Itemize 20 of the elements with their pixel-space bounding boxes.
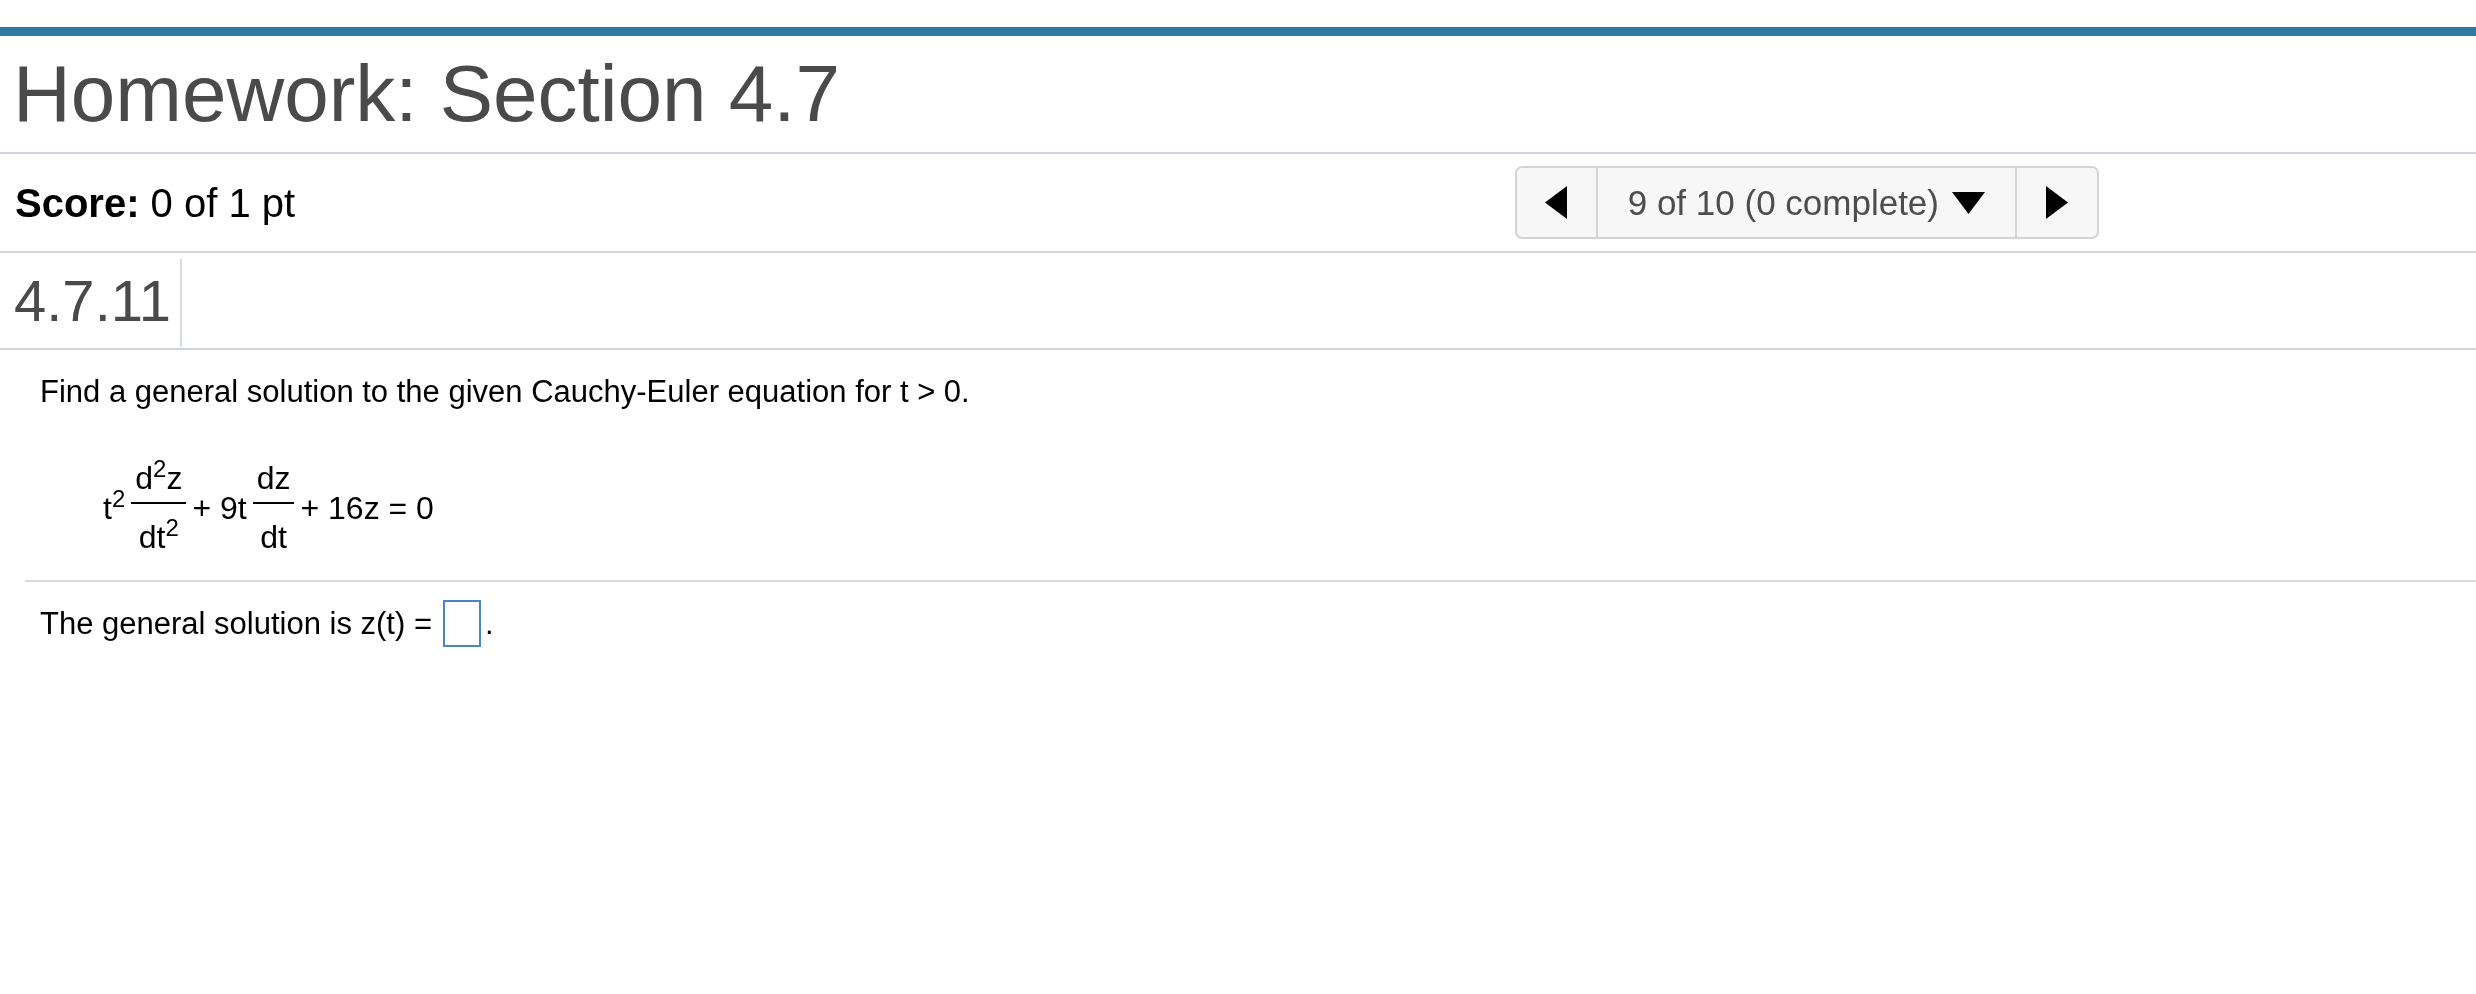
fraction-numerator: d$^{2}$z xyxy=(134,460,184,496)
question-text: Find a general solution to the given Cauchy-Euler equation for t > 0. xyxy=(40,374,970,410)
caret-down-icon xyxy=(1952,191,1985,214)
left-triangle-icon xyxy=(1545,186,1568,219)
fraction-denominator: dt$^{2}$ xyxy=(137,519,180,555)
score-text: Score: 0 of 1 pt xyxy=(15,182,296,223)
problem-number: 4.7.11 xyxy=(13,266,172,335)
fraction-denominator: dt xyxy=(259,519,288,555)
equation-term: + 16z = 0 xyxy=(300,489,434,526)
right-triangle-icon xyxy=(2046,186,2068,219)
question-select-dropdown[interactable]: 9 of 10 (0 complete) xyxy=(1597,166,2015,239)
answer-prompt: The general solution is z(t) = xyxy=(40,605,432,642)
next-question-button[interactable] xyxy=(2015,166,2099,239)
answer-suffix: . xyxy=(485,605,494,642)
fraction-numerator: dz xyxy=(255,460,292,496)
previous-question-button[interactable] xyxy=(1514,166,1598,239)
equation-term: t$^{2}$ xyxy=(103,489,126,526)
equation-term: + 9t xyxy=(192,489,247,526)
page-title: Homework: Section 4.7 xyxy=(13,54,841,134)
answer-box[interactable] xyxy=(443,600,481,647)
